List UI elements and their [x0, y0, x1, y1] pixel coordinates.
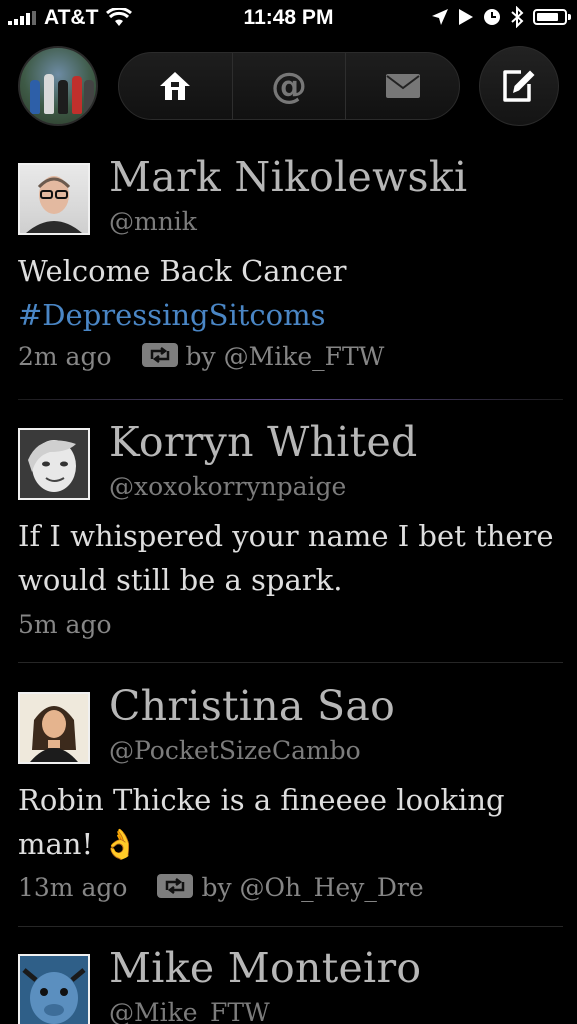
tweet-time: 5m ago: [18, 610, 112, 639]
tweet-text: If I whispered your name I bet there wou…: [18, 519, 554, 597]
compose-button[interactable]: [479, 46, 559, 126]
tweet-meta: 13m ago by @Oh_Hey_Dre: [18, 872, 424, 902]
author-handle[interactable]: @PocketSizeCambo: [109, 736, 361, 765]
compose-icon: [503, 70, 535, 102]
hashtag-link[interactable]: #DepressingSitcoms: [18, 298, 325, 332]
battery-icon: [533, 9, 571, 25]
retweet-icon: [157, 874, 194, 904]
timeline-screen: AT&T 11:48 PM @ Mark Nikolewski @mnik We…: [0, 0, 577, 1024]
avatar[interactable]: [18, 692, 90, 764]
divider: [18, 926, 563, 927]
avatar[interactable]: [18, 163, 90, 235]
author-handle[interactable]: @xoxokorrynpaige: [109, 472, 346, 501]
avatar[interactable]: [18, 428, 90, 500]
divider: [18, 662, 563, 663]
author-name[interactable]: Korryn Whited: [109, 418, 418, 466]
bluetooth-icon: [511, 6, 524, 28]
play-icon: [459, 9, 473, 25]
retweeted-by[interactable]: by @Oh_Hey_Dre: [201, 873, 423, 902]
divider: [18, 399, 563, 400]
tab-home[interactable]: [119, 53, 233, 119]
location-icon: [432, 9, 448, 25]
author-handle[interactable]: @mnik: [109, 207, 197, 236]
tweet-meta: 2m ago by @Mike_FTW: [18, 341, 384, 371]
avatar[interactable]: [18, 954, 90, 1024]
toolbar: @: [0, 44, 577, 126]
status-bar: AT&T 11:48 PM: [0, 0, 577, 36]
tab-mentions[interactable]: @: [233, 53, 347, 119]
account-avatar[interactable]: [18, 46, 98, 126]
author-handle[interactable]: @Mike_FTW: [109, 998, 270, 1024]
tweet-meta: 5m ago: [18, 610, 112, 639]
tweet-time: 2m ago: [18, 341, 112, 371]
home-icon: [160, 72, 191, 100]
tweet-time: 13m ago: [18, 872, 128, 902]
tweet-text: Robin Thicke is a fineeee looking man! 👌: [18, 783, 505, 861]
at-icon: @: [271, 65, 307, 107]
mail-icon: [385, 74, 420, 98]
tab-messages[interactable]: [346, 53, 459, 119]
tweet-text-plain: Welcome Back Cancer: [18, 254, 347, 288]
author-name[interactable]: Mike Monteiro: [109, 944, 421, 992]
author-name[interactable]: Christina Sao: [109, 682, 395, 730]
tweet-text: Welcome Back Cancer #DepressingSitcoms: [18, 249, 563, 337]
retweeted-by[interactable]: by @Mike_FTW: [186, 342, 385, 371]
author-name[interactable]: Mark Nikolewski: [109, 153, 467, 201]
timeline-segmented-control: @: [118, 52, 460, 120]
retweet-icon: [141, 343, 178, 373]
alarm-icon: [484, 9, 500, 25]
